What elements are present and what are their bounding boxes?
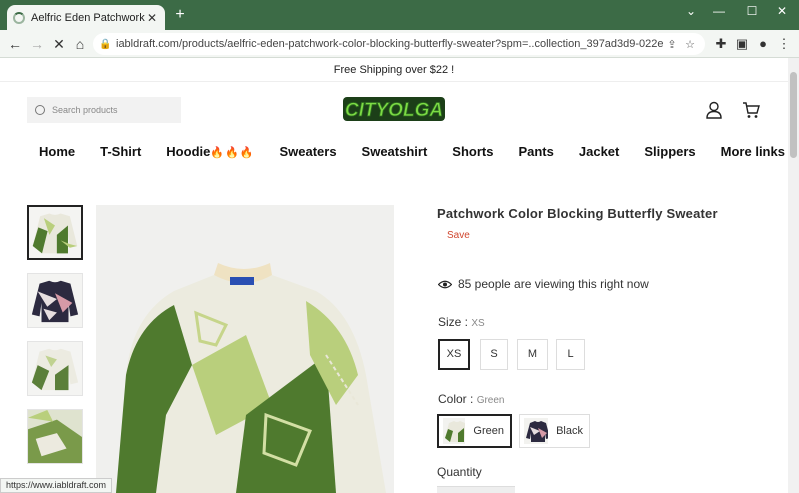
viewing-count: 85 people are viewing this right now	[438, 277, 649, 291]
nav-sweaters[interactable]: Sweaters	[279, 144, 336, 159]
search-input[interactable]: Search products	[27, 97, 181, 123]
close-tab-icon[interactable]: ✕	[145, 11, 159, 25]
address-bar[interactable]: 🔒 iabldraft.com/products/aelfric-eden-pa…	[93, 33, 705, 55]
cart-icon[interactable]	[742, 101, 760, 119]
back-icon[interactable]: ←	[6, 35, 24, 53]
quantity-label: Quantity	[437, 465, 482, 479]
black-swatch	[524, 418, 549, 444]
browser-titlebar: Aelfric Eden Patchwork Color Blo ✕ + ⌄ —…	[0, 0, 799, 30]
product-thumbnail-4[interactable]	[27, 409, 83, 464]
share-icon[interactable]: ⇪	[663, 38, 681, 51]
size-option-l[interactable]: L	[556, 339, 585, 370]
green-swatch-image	[445, 421, 466, 442]
profile-icon[interactable]: ●	[754, 35, 772, 53]
sweater-green-image	[32, 213, 78, 254]
color-option-black[interactable]: Black	[519, 414, 590, 448]
product-thumbnail-3[interactable]	[27, 341, 83, 396]
loading-spinner-icon	[13, 11, 25, 24]
bookmark-star-icon[interactable]: ☆	[681, 38, 699, 51]
site-logo[interactable]: CITYOLGA	[342, 95, 446, 123]
quantity-stepper[interactable]	[437, 486, 515, 493]
color-label: Color : Green	[438, 392, 505, 406]
tab-search-icon[interactable]: ⌄	[679, 4, 703, 18]
nav-home[interactable]: Home	[39, 144, 75, 159]
close-window-icon[interactable]: ✕	[770, 4, 794, 18]
new-tab-icon[interactable]: +	[172, 7, 188, 23]
color-option-green[interactable]: Green	[437, 414, 512, 448]
main-product-image[interactable]	[96, 205, 394, 493]
logo-text: CITYOLGA	[345, 100, 443, 121]
sweater-green-alt-image	[31, 348, 79, 391]
nav-shorts[interactable]: Shorts	[452, 144, 493, 159]
color-label-text: Color	[438, 392, 467, 406]
sweater-black-image	[31, 280, 79, 323]
tab-title: Aelfric Eden Patchwork Color Blo	[31, 11, 145, 24]
sweater-main-image	[116, 263, 386, 493]
extensions-icon[interactable]: ✚	[712, 35, 730, 53]
search-placeholder: Search products	[52, 105, 118, 115]
forward-icon[interactable]: →	[28, 35, 46, 53]
product-thumbnail-1[interactable]	[27, 205, 83, 260]
main-navigation: Home T-Shirt Hoodie🔥🔥🔥 Sweaters Sweatshi…	[39, 144, 785, 159]
flame-icons: 🔥🔥🔥	[210, 147, 255, 159]
nav-sweatshirt[interactable]: Sweatshirt	[362, 144, 428, 159]
browser-toolbar: ← → ✕ ⌂ 🔒 iabldraft.com/products/aelfric…	[0, 30, 799, 58]
maximize-icon[interactable]: ☐	[740, 4, 764, 18]
size-label: Size : XS	[438, 315, 485, 329]
eye-icon	[438, 280, 452, 288]
home-icon[interactable]: ⌂	[71, 35, 89, 53]
stop-icon[interactable]: ✕	[50, 35, 68, 53]
color-option-black-label: Black	[556, 425, 583, 437]
sale-badge: Save	[447, 230, 470, 241]
side-panel-icon[interactable]: ▣	[733, 35, 751, 53]
announcement-bar: Free Shipping over $22 !	[0, 58, 788, 82]
nav-hoodie[interactable]: Hoodie🔥🔥🔥	[166, 144, 254, 159]
size-option-xs[interactable]: XS	[438, 339, 470, 370]
scrollbar-thumb[interactable]	[790, 72, 797, 158]
size-label-text: Size	[438, 315, 462, 329]
green-swatch	[443, 418, 466, 444]
status-bar-url: https://www.iabldraft.com	[0, 478, 113, 493]
lock-icon: 🔒	[99, 38, 112, 50]
size-option-m[interactable]: M	[517, 339, 548, 370]
account-icon[interactable]	[705, 101, 723, 119]
color-selected-value: Green	[476, 395, 505, 406]
page-scrollbar[interactable]	[788, 58, 799, 493]
product-thumbnail-2[interactable]	[27, 273, 83, 328]
viewing-text: 85 people are viewing this right now	[458, 277, 649, 291]
browser-tab[interactable]: Aelfric Eden Patchwork Color Blo ✕	[7, 5, 165, 30]
color-option-green-label: Green	[473, 425, 504, 437]
size-selected-value: XS	[471, 318, 485, 329]
nav-pants[interactable]: Pants	[518, 144, 553, 159]
url-text: iabldraft.com/products/aelfric-eden-patc…	[116, 38, 663, 50]
nav-slippers[interactable]: Slippers	[644, 144, 695, 159]
nav-t-shirt[interactable]: T-Shirt	[100, 144, 141, 159]
menu-icon[interactable]: ⋮	[775, 35, 793, 53]
sweater-detail-image	[28, 410, 82, 463]
nav-jacket[interactable]: Jacket	[579, 144, 619, 159]
web-page: Free Shipping over $22 ! Search products…	[0, 58, 788, 493]
size-option-s[interactable]: S	[480, 339, 508, 370]
minimize-icon[interactable]: —	[707, 4, 731, 18]
nav-hoodie-label: Hoodie	[166, 144, 211, 159]
nav-more-links[interactable]: More links	[721, 144, 785, 159]
product-title: Patchwork Color Blocking Butterfly Sweat…	[437, 206, 718, 221]
search-icon	[35, 105, 45, 115]
black-swatch-image	[526, 421, 549, 442]
